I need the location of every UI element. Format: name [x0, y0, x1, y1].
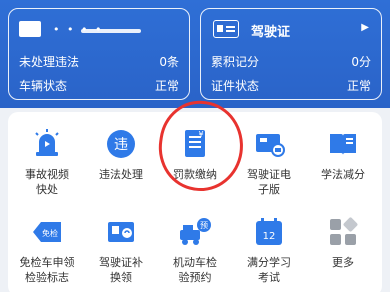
service-accident-video[interactable]: 事故视频 快处 [10, 128, 84, 197]
service-label: 驾驶证补 换领 [99, 256, 143, 284]
vehicle-inspection-icon: 预 [179, 216, 211, 248]
service-e-license[interactable]: 驾驶证电 子版 [232, 128, 306, 197]
violation-icon: 违 [105, 128, 137, 160]
exempt-inspection-icon: 免检 [31, 216, 63, 248]
license-card-title: 驾驶证 [251, 25, 291, 40]
book-icon [327, 128, 359, 160]
service-label: 满分学习 考试 [247, 256, 291, 284]
calendar-icon: 12 [253, 216, 285, 248]
license-renew-icon [105, 216, 137, 248]
vehicle-status-row: 车辆状态 正常 [19, 77, 179, 95]
chevron-right-icon[interactable]: ▶ [361, 22, 369, 33]
vehicle-card[interactable]: • • • • 未处理违法 0条 车辆状态 正常 [8, 8, 190, 100]
siren-icon [31, 128, 63, 160]
violation-badge-text: 违 [114, 137, 128, 153]
vehicle-status-label: 车辆状态 [19, 79, 68, 93]
e-license-icon [253, 128, 285, 160]
plate-prefix [19, 21, 41, 37]
points-label: 累积记分 [211, 55, 260, 69]
calendar-day-text: 12 [263, 231, 276, 242]
service-label: 违法处理 [99, 168, 143, 181]
license-status-label: 证件状态 [211, 79, 260, 93]
exempt-badge-text: 免检 [42, 228, 58, 238]
service-label: 学法减分 [321, 168, 365, 181]
violations-row[interactable]: 未处理违法 0条 [19, 53, 179, 71]
inspection-badge-text: 预 [200, 220, 208, 230]
service-label: 机动车检 验预约 [173, 256, 217, 284]
service-license-renew[interactable]: 驾驶证补 换领 [84, 216, 158, 285]
violations-label: 未处理违法 [19, 55, 80, 69]
service-label: 免检车申领 检验标志 [19, 256, 75, 284]
service-study-reduce[interactable]: 学法减分 [306, 128, 380, 182]
service-vehicle-inspection[interactable]: 预 机动车检 验预约 [158, 216, 232, 285]
service-label: 事故视频 快处 [25, 168, 69, 196]
license-status-row: 证件状态 正常 [211, 77, 371, 95]
violations-value: 0条 [159, 55, 179, 69]
license-status-value: 正常 [346, 79, 371, 93]
service-exempt-inspection[interactable]: 免检 免检车申领 检验标志 [10, 216, 84, 285]
service-more[interactable]: 更多 [306, 216, 380, 270]
service-full-score-exam[interactable]: 12 满分学习 考试 [232, 216, 306, 285]
plate-number: • • • • [19, 19, 179, 41]
points-row: 累积记分 0分 [211, 53, 371, 71]
service-label: 更多 [332, 256, 354, 269]
points-value: 0分 [351, 55, 371, 69]
id-card-icon [213, 20, 239, 38]
plate-masked-bar [81, 29, 141, 33]
vehicle-status-value: 正常 [154, 79, 179, 93]
license-card[interactable]: 驾驶证 ▶ 累积记分 0分 证件状态 正常 [200, 8, 382, 100]
more-icon [327, 216, 359, 248]
service-label: 驾驶证电 子版 [247, 168, 291, 196]
service-violation[interactable]: 违 违法处理 [84, 128, 158, 182]
license-card-header[interactable]: 驾驶证 ▶ [211, 19, 371, 41]
